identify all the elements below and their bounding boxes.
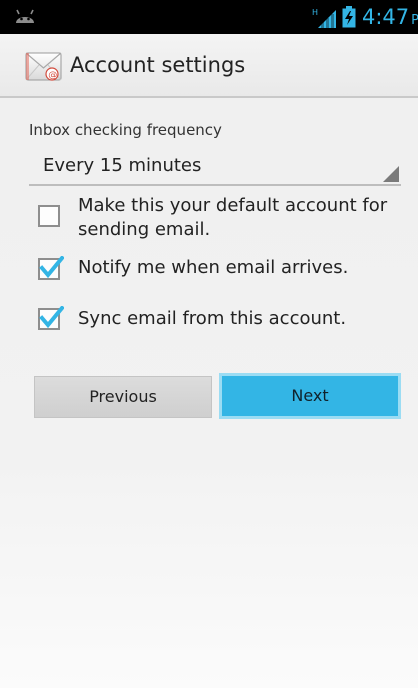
sync-checkbox[interactable] xyxy=(38,306,64,330)
page-title: Account settings xyxy=(70,53,246,77)
clock-time: 4:47 xyxy=(362,5,410,29)
status-bar: H 4:47PM xyxy=(0,0,418,34)
clock-ampm: PM xyxy=(411,13,418,28)
notify-option[interactable]: Notify me when email arrives. xyxy=(38,256,408,282)
sync-option[interactable]: Sync email from this account. xyxy=(38,306,408,332)
android-icon xyxy=(16,9,34,23)
frequency-label: Inbox checking frequency xyxy=(29,121,222,139)
sync-label: Sync email from this account. xyxy=(78,308,347,329)
network-type-label: H xyxy=(312,8,318,17)
notify-checkbox[interactable] xyxy=(38,256,64,280)
notify-label: Notify me when email arrives. xyxy=(78,257,349,278)
default-account-option[interactable]: Make this your default account for sendi… xyxy=(38,195,408,253)
default-account-label: Make this your default account for sendi… xyxy=(78,195,388,240)
svg-text:@: @ xyxy=(48,71,57,81)
email-app-icon[interactable]: @ xyxy=(25,47,63,85)
battery-charging-icon xyxy=(342,6,356,28)
screen: H 4:47PM xyxy=(0,0,418,688)
frequency-value: Every 15 minutes xyxy=(43,155,202,176)
dropdown-triangle-icon xyxy=(383,166,399,182)
next-button[interactable]: Next xyxy=(219,373,401,419)
status-clock: 4:47PM xyxy=(362,5,418,33)
default-account-checkbox[interactable] xyxy=(38,205,60,227)
action-bar: @ Account settings xyxy=(0,34,418,98)
signal-icon: H xyxy=(312,8,336,28)
frequency-spinner[interactable]: Every 15 minutes xyxy=(29,150,401,186)
previous-button[interactable]: Previous xyxy=(34,376,212,418)
